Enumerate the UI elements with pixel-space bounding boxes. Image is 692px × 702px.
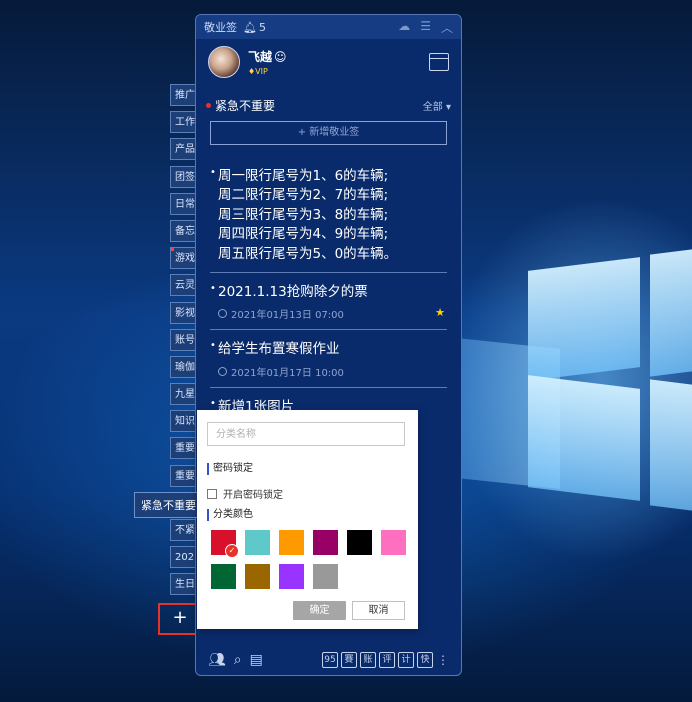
note-reminder: 2021年01月17日 10:00 xyxy=(210,364,447,379)
cancel-button[interactable]: 取消 xyxy=(352,601,405,620)
app-title: 敬业签 xyxy=(204,21,237,34)
category-tab[interactable]: 影视 xyxy=(170,301,198,324)
more-icon[interactable]: ⋮ xyxy=(437,653,449,667)
clock-icon xyxy=(218,309,227,319)
note-time: 2021年01月13日 07:00 xyxy=(231,310,344,322)
note-reminder: 2021年01月13日 07:00 xyxy=(210,306,447,321)
lock-checkbox[interactable] xyxy=(207,488,217,499)
category-tab[interactable]: 游戏 xyxy=(170,247,198,270)
category-tab[interactable]: 推广 xyxy=(170,84,198,106)
avatar[interactable] xyxy=(208,46,240,78)
smile-icon: ☺ xyxy=(274,50,287,64)
toolbar-button[interactable]: 賽 xyxy=(341,652,357,668)
note-text: 周一限行尾号为1、6的车辆; 周二限行尾号为2、7的车辆; 周三限行尾号为3、8的车… xyxy=(210,167,447,264)
category-tab[interactable]: 工作 xyxy=(170,111,198,134)
lock-option[interactable]: 开启密码锁定 xyxy=(207,486,283,501)
clock-icon xyxy=(218,366,227,376)
toolbar-button[interactable]: 评 xyxy=(379,652,395,668)
note-text: 给学生布置寒假作业 xyxy=(210,340,447,359)
confirm-button[interactable]: 确定 xyxy=(293,601,346,620)
calendar-view-icon[interactable]: ▤ xyxy=(250,652,263,668)
category-tab[interactable]: 日常 xyxy=(170,192,198,215)
category-tab[interactable]: 瑜伽 xyxy=(170,355,198,378)
lock-section-label: 密码锁定 xyxy=(207,463,253,475)
toolbar-button[interactable]: 计 xyxy=(398,652,414,668)
note-bullet-icon: • xyxy=(210,283,216,295)
note-item[interactable]: • 周一限行尾号为1、6的车辆; 周二限行尾号为2、7的车辆; 周三限行尾号为3、8的… xyxy=(210,157,447,274)
color-swatch[interactable] xyxy=(313,530,338,555)
color-swatch[interactable] xyxy=(211,564,236,589)
note-line: 周二限行尾号为2、7的车辆; xyxy=(218,187,389,204)
windows-logo-pane xyxy=(528,375,640,501)
user-row: 飞越 ☺ ♦VIP xyxy=(196,39,461,85)
note-line: 周五限行尾号为5、0的车辆。 xyxy=(218,245,398,262)
category-tab[interactable]: 知识 xyxy=(170,410,198,433)
note-line: 周一限行尾号为1、6的车辆; xyxy=(218,168,389,184)
category-tab[interactable]: 重要 xyxy=(170,437,198,460)
color-swatch[interactable] xyxy=(245,530,270,555)
lock-checkbox-label: 开启密码锁定 xyxy=(223,490,283,501)
category-tabs: 推广工作产品团签日常备忘游戏云灵影视账号瑜伽九星知识重要重要紧急不重要不紧202… xyxy=(170,84,198,601)
category-tab[interactable]: 生日 xyxy=(170,573,198,596)
windows-logo-pane xyxy=(650,379,692,511)
category-tab[interactable]: 2021 xyxy=(170,546,198,569)
note-bullet-icon: • xyxy=(210,340,216,352)
collapse-icon[interactable]: ︿ xyxy=(441,19,453,36)
color-swatch[interactable] xyxy=(313,564,338,589)
category-header: 紧急不重要 全部 ▾ xyxy=(196,93,461,117)
note-list: • 周一限行尾号为1、6的车辆; 周二限行尾号为2、7的车辆; 周三限行尾号为3、8的… xyxy=(196,157,461,425)
category-title: 紧急不重要 xyxy=(215,98,276,113)
star-icon[interactable]: ★ xyxy=(435,306,445,319)
note-item[interactable]: • 2021.1.13抢购除夕的票 2021年01月13日 07:00 ★ xyxy=(210,273,447,331)
category-tab[interactable]: 团签 xyxy=(170,165,198,188)
filter-dropdown[interactable]: 全部 ▾ xyxy=(423,98,451,113)
note-line: 给学生布置寒假作业 xyxy=(218,341,340,358)
toolbar-button[interactable]: 账 xyxy=(360,652,376,668)
color-swatch[interactable] xyxy=(245,564,270,589)
note-line: 2021.1.13抢购除夕的票 xyxy=(218,284,368,301)
category-name-input[interactable] xyxy=(207,422,405,446)
category-tab-expanded[interactable]: 紧急不重要 xyxy=(134,492,200,518)
category-tab[interactable]: 产品 xyxy=(170,138,198,161)
note-text: 2021.1.13抢购除夕的票 xyxy=(210,283,447,302)
note-item[interactable]: • 给学生布置寒假作业 2021年01月17日 10:00 xyxy=(210,330,447,388)
title-bar: 敬业签 🔔︎ 5 ☁ ☰ ︿ xyxy=(196,15,461,39)
note-line: 周三限行尾号为3、8的车辆; xyxy=(218,206,389,223)
color-swatch[interactable] xyxy=(211,530,239,558)
color-swatch[interactable] xyxy=(347,530,372,555)
search-icon[interactable]: ⌕ xyxy=(234,652,242,668)
toolbar-button[interactable]: 快 xyxy=(417,652,433,668)
category-tab[interactable]: 九星 xyxy=(170,383,198,406)
windows-logo-pane xyxy=(528,257,640,381)
category-dot-icon xyxy=(206,102,211,108)
cloud-icon[interactable]: ☁ xyxy=(398,19,410,36)
category-tab[interactable]: 云灵 xyxy=(170,274,198,297)
vip-badge: ♦VIP xyxy=(248,67,268,76)
user-name: 飞越 ☺ xyxy=(248,50,287,64)
color-swatch[interactable] xyxy=(279,530,304,555)
note-bullet-icon: • xyxy=(210,167,216,178)
category-tab[interactable]: 账号 xyxy=(170,328,198,351)
category-tab[interactable]: 重要 xyxy=(170,464,198,487)
color-section-label: 分类颜色 xyxy=(207,509,253,521)
category-tab[interactable]: 不紧 xyxy=(170,519,198,541)
bottom-toolbar: 👥︎ ⌕ ▤ 95 賽账评计快 ⋮ xyxy=(196,645,461,675)
note-bullet-icon: • xyxy=(210,397,216,409)
category-tab[interactable]: 备忘 xyxy=(170,219,198,242)
toolbar-button[interactable]: 95 xyxy=(322,652,338,668)
new-note-button[interactable]: + 新增敬业签 xyxy=(210,121,447,145)
color-swatch[interactable] xyxy=(381,530,406,555)
category-popup: 密码锁定 开启密码锁定 分类颜色 确定 取消 xyxy=(197,410,418,629)
menu-icon[interactable]: ☰ xyxy=(420,19,431,36)
note-line: 周四限行尾号为4、9的车辆; xyxy=(218,226,389,243)
windows-logo-pane xyxy=(650,249,692,377)
notification-count: 5 xyxy=(258,20,266,34)
contacts-icon[interactable]: 👥︎ xyxy=(208,652,226,668)
color-swatch[interactable] xyxy=(279,564,304,589)
note-time: 2021年01月17日 10:00 xyxy=(231,367,344,379)
bell-icon[interactable]: 🔔︎ xyxy=(243,21,257,34)
calendar-icon[interactable] xyxy=(429,53,449,71)
